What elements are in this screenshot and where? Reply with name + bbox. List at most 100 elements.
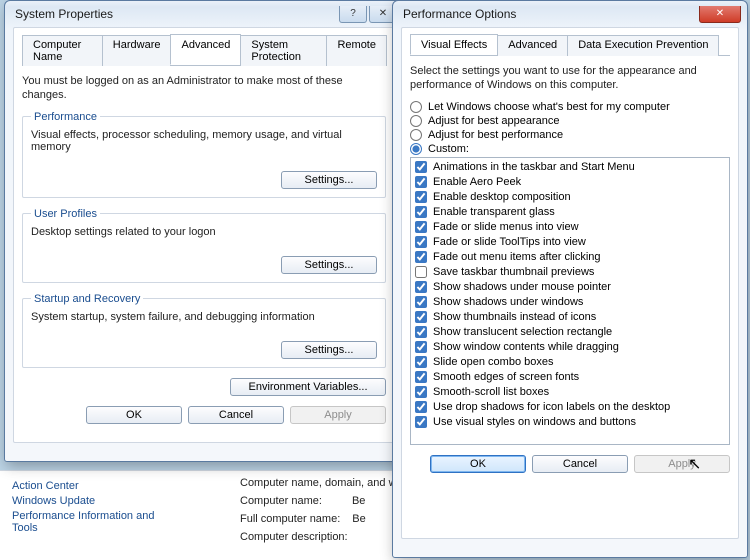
effect-label: Enable Aero Peek xyxy=(433,175,521,190)
group-desc: System startup, system failure, and debu… xyxy=(31,311,377,323)
apply-button[interactable]: Apply xyxy=(634,455,730,473)
effect-checkbox[interactable] xyxy=(415,251,427,263)
radio-input[interactable] xyxy=(410,101,422,113)
visual-effects-radios: Let Windows choose what's best for my co… xyxy=(410,101,730,155)
startup-recovery-settings-button[interactable]: Settings... xyxy=(281,341,377,359)
cancel-button[interactable]: Cancel xyxy=(188,406,284,424)
effect-item[interactable]: Show thumbnails instead of icons xyxy=(415,310,725,325)
system-properties-window: System Properties ? ✕ Computer Name Hard… xyxy=(4,0,404,462)
tabs: Visual Effects Advanced Data Execution P… xyxy=(410,34,730,56)
effect-item[interactable]: Show window contents while dragging xyxy=(415,340,725,355)
effect-checkbox[interactable] xyxy=(415,371,427,383)
effect-item[interactable]: Enable Aero Peek xyxy=(415,175,725,190)
bg-label: Full computer name: xyxy=(240,513,340,525)
admin-hint: You must be logged on as an Administrato… xyxy=(22,74,386,103)
bg-details: Computer name, domain, and wo Computer n… xyxy=(240,477,403,549)
effect-item[interactable]: Smooth edges of screen fonts xyxy=(415,370,725,385)
effect-checkbox[interactable] xyxy=(415,191,427,203)
cancel-button[interactable]: Cancel xyxy=(532,455,628,473)
effect-item[interactable]: Fade out menu items after clicking xyxy=(415,250,725,265)
effect-label: Smooth edges of screen fonts xyxy=(433,370,579,385)
effect-item[interactable]: Fade or slide ToolTips into view xyxy=(415,235,725,250)
tab-advanced[interactable]: Advanced xyxy=(170,34,241,65)
bg-nav-link[interactable]: Performance Information and Tools xyxy=(12,510,172,534)
bg-value: Be xyxy=(352,513,365,525)
bg-label: Computer description: xyxy=(240,531,348,543)
effect-label: Enable desktop composition xyxy=(433,190,571,205)
window-title: Performance Options xyxy=(403,7,516,21)
radio-option[interactable]: Custom: xyxy=(410,143,730,155)
effect-item[interactable]: Use drop shadows for icon labels on the … xyxy=(415,400,725,415)
effect-checkbox[interactable] xyxy=(415,206,427,218)
effect-checkbox[interactable] xyxy=(415,161,427,173)
effect-checkbox[interactable] xyxy=(415,221,427,233)
radio-input[interactable] xyxy=(410,143,422,155)
effect-label: Show shadows under windows xyxy=(433,295,583,310)
effect-item[interactable]: Show shadows under mouse pointer xyxy=(415,280,725,295)
effect-item[interactable]: Fade or slide menus into view xyxy=(415,220,725,235)
effect-item[interactable]: Slide open combo boxes xyxy=(415,355,725,370)
apply-button[interactable]: Apply xyxy=(290,406,386,424)
tab-remote[interactable]: Remote xyxy=(326,35,387,66)
radio-input[interactable] xyxy=(410,115,422,127)
performance-options-window: Performance Options ✕ Visual Effects Adv… xyxy=(392,0,748,558)
effect-label: Save taskbar thumbnail previews xyxy=(433,265,594,280)
effect-item[interactable]: Save taskbar thumbnail previews xyxy=(415,265,725,280)
titlebar[interactable]: Performance Options ✕ xyxy=(393,1,747,27)
effect-item[interactable]: Use visual styles on windows and buttons xyxy=(415,415,725,430)
radio-option[interactable]: Let Windows choose what's best for my co… xyxy=(410,101,730,113)
effect-checkbox[interactable] xyxy=(415,341,427,353)
effect-checkbox[interactable] xyxy=(415,296,427,308)
effect-checkbox[interactable] xyxy=(415,416,427,428)
effect-label: Fade out menu items after clicking xyxy=(433,250,601,265)
group-desc: Desktop settings related to your logon xyxy=(31,226,377,238)
effect-item[interactable]: Show shadows under windows xyxy=(415,295,725,310)
effect-item[interactable]: Smooth-scroll list boxes xyxy=(415,385,725,400)
effect-item[interactable]: Animations in the taskbar and Start Menu xyxy=(415,160,725,175)
tab-visual-effects[interactable]: Visual Effects xyxy=(410,34,498,55)
effect-checkbox[interactable] xyxy=(415,266,427,278)
visual-effects-hint: Select the settings you want to use for … xyxy=(410,64,730,93)
effect-checkbox[interactable] xyxy=(415,401,427,413)
performance-group: Performance Visual effects, processor sc… xyxy=(22,111,386,198)
tab-computer-name[interactable]: Computer Name xyxy=(22,35,103,66)
tab-dep[interactable]: Data Execution Prevention xyxy=(567,35,719,56)
bg-label: Computer name: xyxy=(240,495,322,507)
effect-label: Show window contents while dragging xyxy=(433,340,619,355)
effect-checkbox[interactable] xyxy=(415,311,427,323)
environment-variables-button[interactable]: Environment Variables... xyxy=(230,378,386,396)
user-profiles-settings-button[interactable]: Settings... xyxy=(281,256,377,274)
tab-hardware[interactable]: Hardware xyxy=(102,35,172,66)
group-desc: Visual effects, processor scheduling, me… xyxy=(31,129,377,153)
user-profiles-group: User Profiles Desktop settings related t… xyxy=(22,208,386,283)
performance-settings-button[interactable]: Settings... xyxy=(281,171,377,189)
ok-button[interactable]: OK xyxy=(86,406,182,424)
tab-advanced[interactable]: Advanced xyxy=(497,35,568,56)
ok-button[interactable]: OK xyxy=(430,455,526,473)
radio-option[interactable]: Adjust for best appearance xyxy=(410,115,730,127)
effect-label: Use drop shadows for icon labels on the … xyxy=(433,400,670,415)
effect-checkbox[interactable] xyxy=(415,236,427,248)
effect-label: Show shadows under mouse pointer xyxy=(433,280,611,295)
effect-checkbox[interactable] xyxy=(415,356,427,368)
visual-effects-list[interactable]: Animations in the taskbar and Start Menu… xyxy=(410,157,730,445)
group-legend: Startup and Recovery xyxy=(31,293,143,305)
effect-checkbox[interactable] xyxy=(415,281,427,293)
effect-label: Animations in the taskbar and Start Menu xyxy=(433,160,635,175)
close-button[interactable]: ✕ xyxy=(699,6,741,23)
effect-checkbox[interactable] xyxy=(415,326,427,338)
tab-system-protection[interactable]: System Protection xyxy=(240,35,327,66)
radio-option[interactable]: Adjust for best performance xyxy=(410,129,730,141)
titlebar[interactable]: System Properties ? ✕ xyxy=(5,1,403,27)
effect-checkbox[interactable] xyxy=(415,386,427,398)
radio-label: Custom: xyxy=(428,143,469,155)
radio-label: Adjust for best performance xyxy=(428,129,563,141)
effect-item[interactable]: Enable desktop composition xyxy=(415,190,725,205)
effect-item[interactable]: Enable transparent glass xyxy=(415,205,725,220)
effect-checkbox[interactable] xyxy=(415,176,427,188)
effect-label: Fade or slide menus into view xyxy=(433,220,579,235)
effect-item[interactable]: Show translucent selection rectangle xyxy=(415,325,725,340)
radio-input[interactable] xyxy=(410,129,422,141)
bg-section-heading: Computer name, domain, and wo xyxy=(240,477,403,489)
help-button[interactable]: ? xyxy=(339,6,367,23)
